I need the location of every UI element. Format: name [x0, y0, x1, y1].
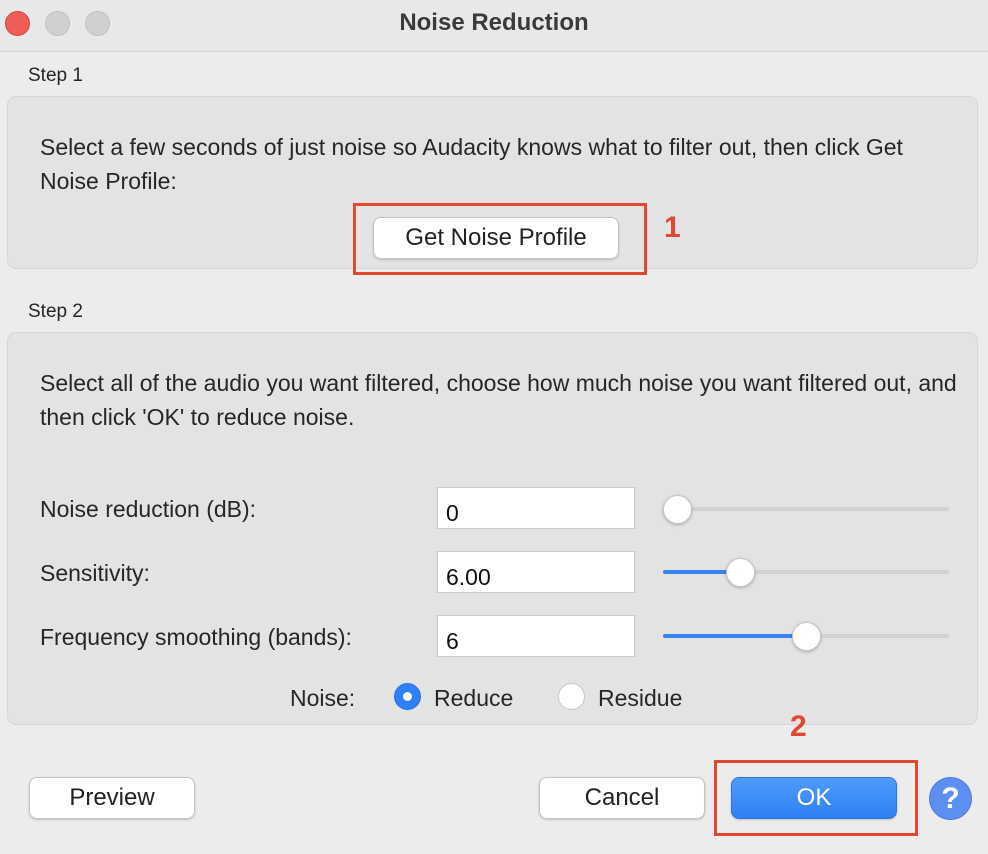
window-title: Noise Reduction — [399, 9, 589, 36]
sensitivity-input[interactable]: 6.00 — [437, 551, 635, 593]
noise-reduction-input[interactable]: 0 — [437, 487, 635, 529]
sensitivity-slider[interactable] — [663, 557, 949, 587]
step2-instructions: Select all of the audio you want filtere… — [40, 370, 957, 430]
help-icon[interactable]: ? — [929, 777, 972, 820]
residue-radio[interactable] — [558, 683, 585, 710]
preview-button[interactable]: Preview — [29, 777, 195, 819]
slider-thumb[interactable] — [792, 622, 821, 651]
get-noise-profile-button[interactable]: Get Noise Profile — [373, 217, 619, 259]
residue-radio-label[interactable]: Residue — [598, 685, 682, 712]
step1-label: Step 1 — [28, 65, 83, 86]
frequency-smoothing-label: Frequency smoothing (bands): — [40, 624, 352, 650]
ok-button[interactable]: OK — [731, 777, 897, 819]
noise-reduction-slider[interactable] — [663, 494, 949, 524]
annotation-1: 1 — [664, 211, 681, 244]
frequency-smoothing-input[interactable]: 6 — [437, 615, 635, 657]
annotation-2: 2 — [790, 710, 807, 743]
noise-label: Noise: — [290, 685, 356, 711]
noise-reduction-label: Noise reduction (dB): — [40, 496, 257, 522]
reduce-radio[interactable] — [394, 683, 421, 710]
slider-thumb[interactable] — [663, 495, 693, 524]
slider-track — [663, 507, 949, 511]
cancel-button[interactable]: Cancel — [539, 777, 705, 819]
slider-fill — [663, 634, 806, 638]
step1-instructions: Select a few seconds of just noise so Au… — [40, 134, 903, 194]
step2-label: Step 2 — [28, 301, 83, 322]
title-bar: Noise Reduction — [0, 0, 988, 52]
reduce-radio-label[interactable]: Reduce — [434, 685, 513, 712]
slider-thumb[interactable] — [726, 558, 756, 587]
sensitivity-label: Sensitivity: — [40, 560, 150, 586]
frequency-smoothing-slider[interactable] — [663, 621, 949, 651]
